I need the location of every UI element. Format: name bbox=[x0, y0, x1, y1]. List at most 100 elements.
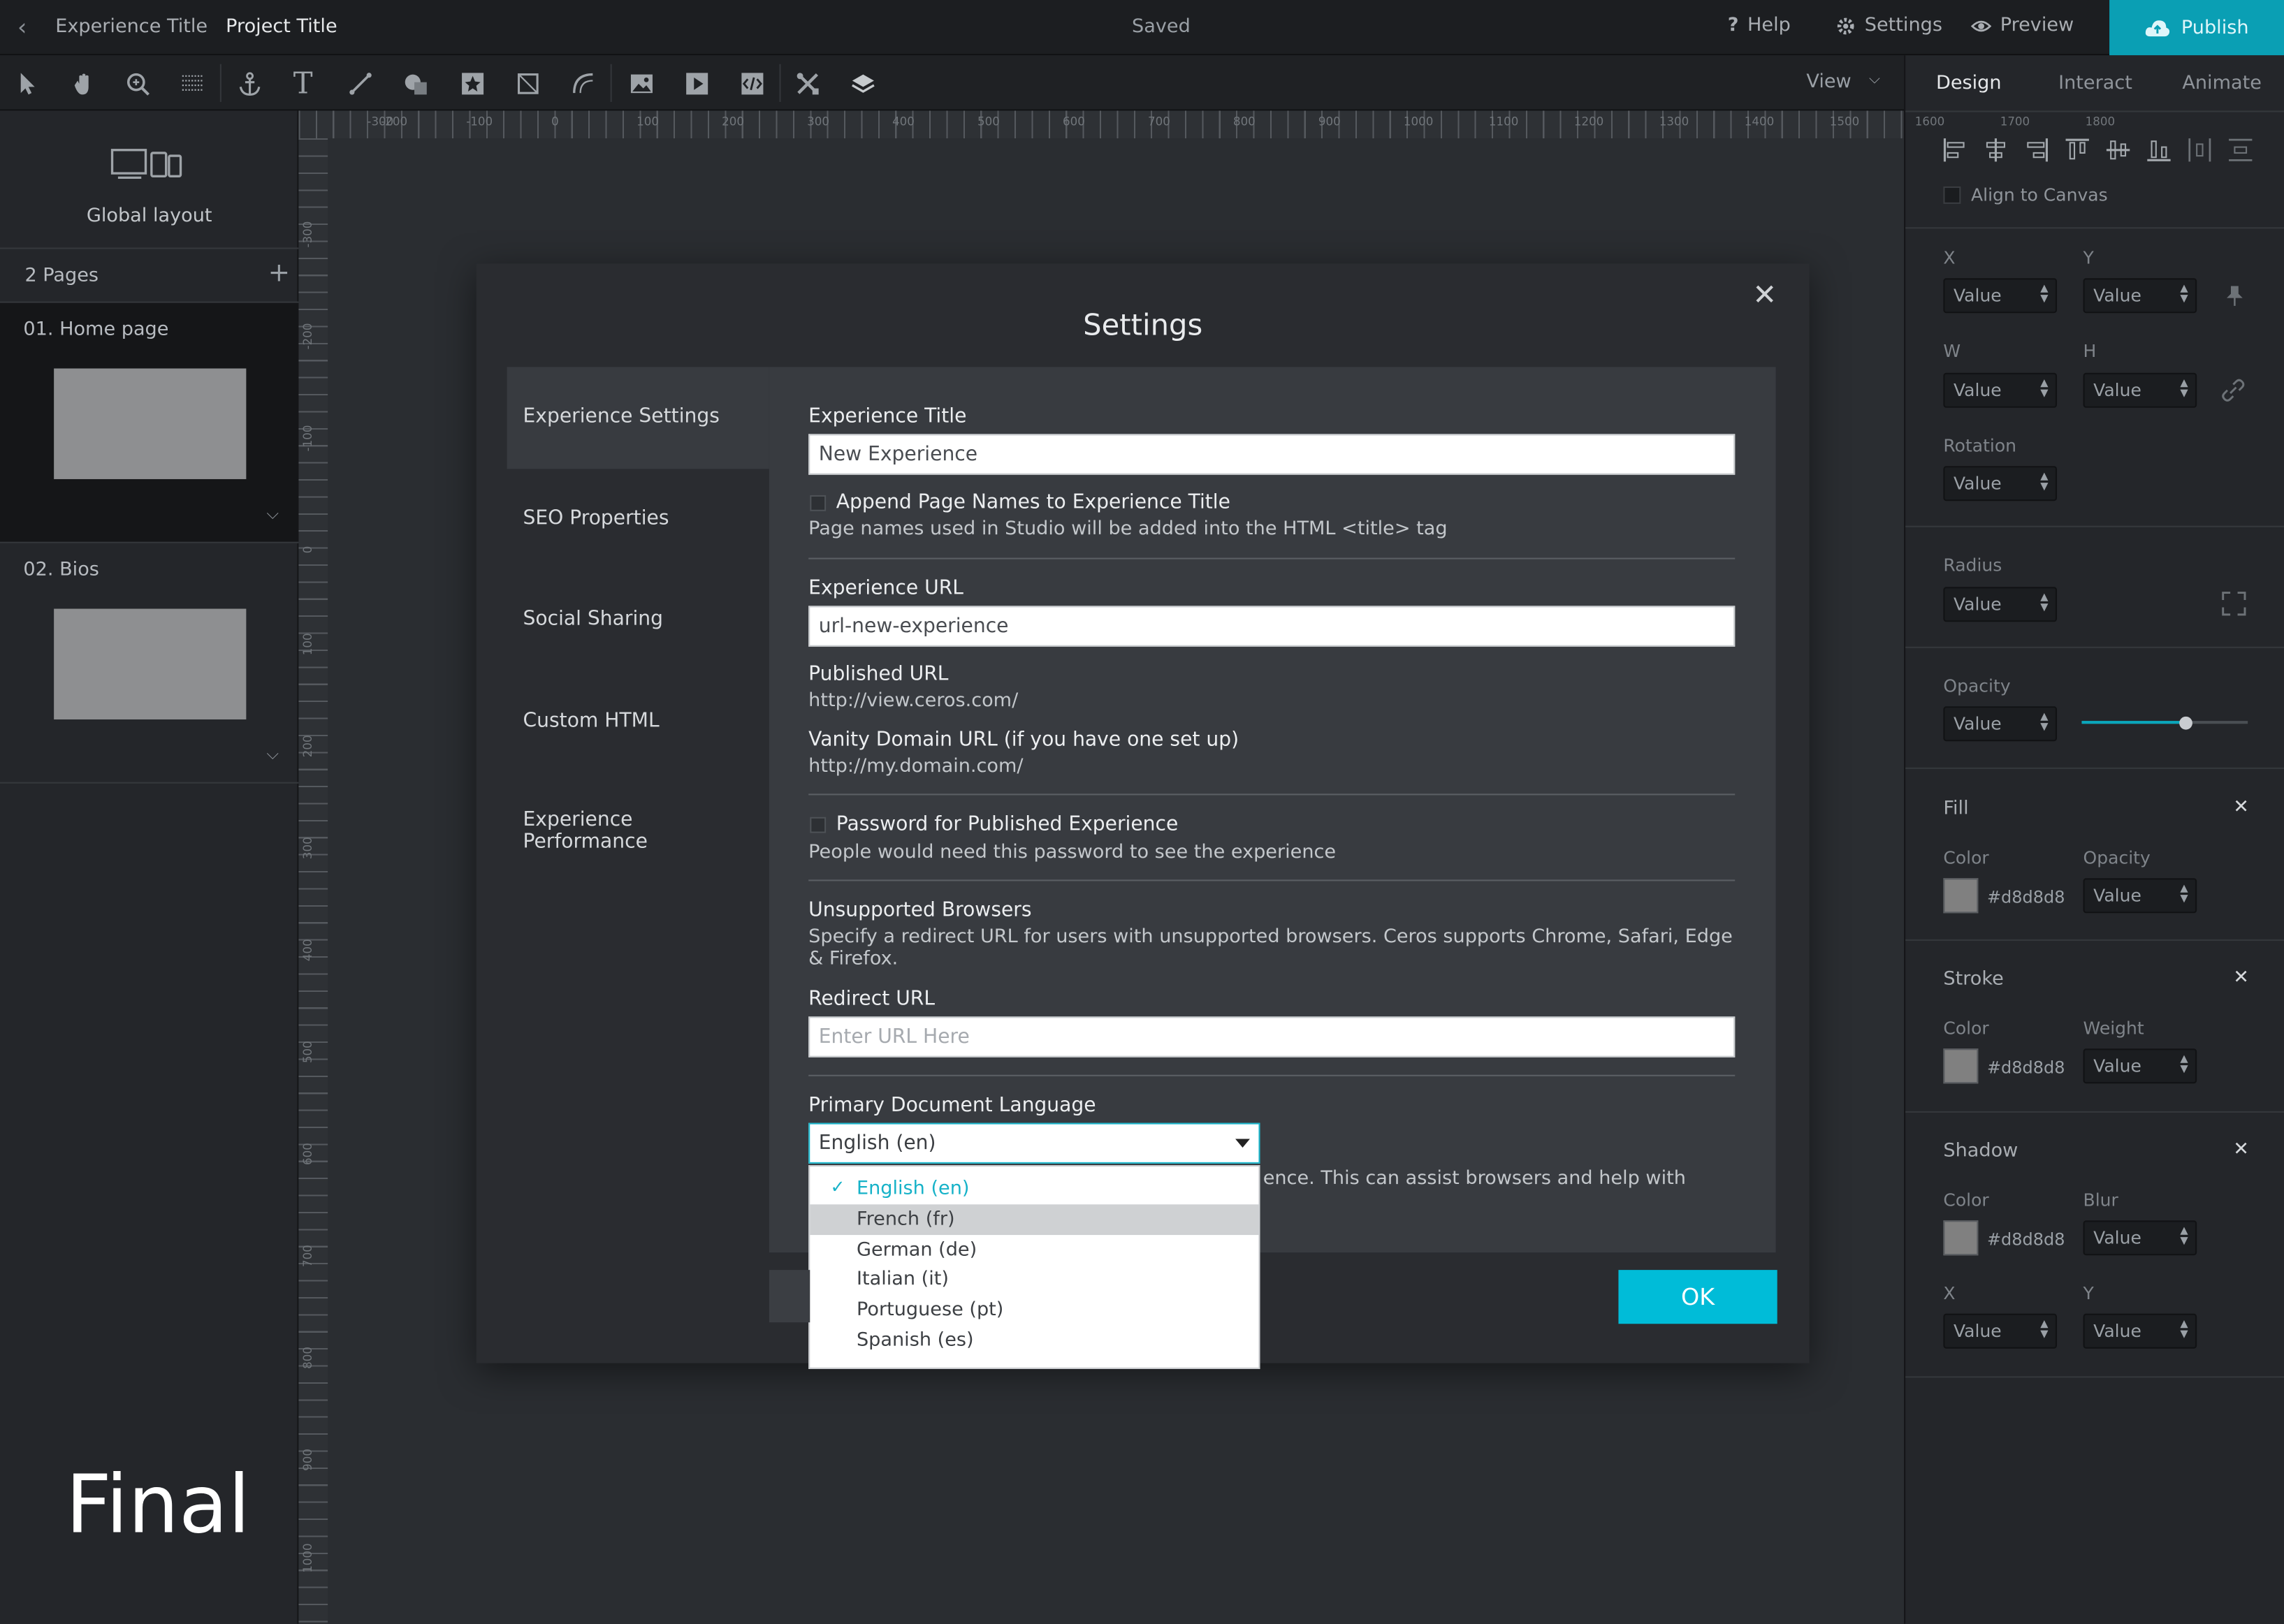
publish-button[interactable]: Publish bbox=[2109, 0, 2284, 56]
stepper-icon[interactable]: ▲ ▼ bbox=[2180, 1319, 2188, 1340]
published-url-value[interactable]: http://view.ceros.com/ bbox=[808, 690, 1018, 712]
align-to-canvas-checkbox[interactable] bbox=[1943, 186, 1961, 204]
grid-icon[interactable] bbox=[176, 67, 208, 99]
zoom-icon[interactable] bbox=[121, 67, 153, 99]
stepper-icon[interactable]: ▲ ▼ bbox=[2040, 592, 2048, 613]
language-option[interactable]: Portuguese (pt) bbox=[810, 1295, 1258, 1326]
language-select[interactable]: English (en) bbox=[808, 1122, 1260, 1164]
x-input[interactable]: Value ▲ ▼ bbox=[1943, 278, 2058, 314]
ok-button[interactable]: OK bbox=[1618, 1270, 1777, 1324]
radius-input[interactable]: Value ▲ ▼ bbox=[1943, 587, 2058, 622]
shadow-color-value[interactable]: #d8d8d8 bbox=[1987, 1229, 2065, 1250]
chevron-down-icon[interactable]: ⌵ bbox=[267, 744, 279, 764]
stepper-icon[interactable]: ▲ ▼ bbox=[2040, 284, 2048, 305]
page-thumbnail[interactable] bbox=[54, 608, 247, 719]
shadow-y-input[interactable]: Value ▲ ▼ bbox=[2083, 1313, 2197, 1349]
stepper-icon[interactable]: ▲ ▼ bbox=[2180, 1226, 2188, 1247]
language-option[interactable]: Spanish (es) bbox=[810, 1325, 1258, 1356]
stroke-color-swatch[interactable] bbox=[1943, 1048, 1979, 1084]
fill-opacity-input[interactable]: Value ▲ ▼ bbox=[2083, 878, 2197, 914]
stepper-icon[interactable]: ▲ ▼ bbox=[2040, 712, 2048, 733]
password-checkbox[interactable] bbox=[810, 817, 827, 833]
line-icon[interactable] bbox=[344, 67, 376, 99]
page-item[interactable]: 02. Bios ⌵ bbox=[0, 543, 299, 784]
pin-icon[interactable] bbox=[2223, 284, 2246, 307]
global-layout-button[interactable]: Global layout bbox=[0, 110, 299, 249]
tools-icon[interactable] bbox=[791, 67, 823, 99]
fill-color-value[interactable]: #d8d8d8 bbox=[1987, 887, 2065, 907]
text-icon[interactable]: T bbox=[287, 66, 319, 101]
opacity-input[interactable]: Value ▲ ▼ bbox=[1943, 706, 2058, 742]
nav-item-custom-html[interactable]: Custom HTML bbox=[523, 710, 660, 732]
opacity-slider-handle[interactable] bbox=[2179, 716, 2193, 730]
stepper-icon[interactable]: ▲ ▼ bbox=[2040, 378, 2048, 399]
tab-interact[interactable]: Interact bbox=[2058, 73, 2132, 94]
page-item[interactable]: 01. Home page ⌵ bbox=[0, 302, 299, 543]
vanity-domain-value[interactable]: http://my.domain.com/ bbox=[808, 756, 1023, 777]
pointer-icon[interactable] bbox=[10, 67, 43, 99]
view-menu[interactable]: View bbox=[1806, 71, 1851, 93]
align-center-h-icon[interactable] bbox=[1978, 136, 2012, 165]
language-option[interactable]: German (de) bbox=[810, 1235, 1258, 1266]
distribute-vertical-icon[interactable] bbox=[2223, 136, 2257, 165]
align-right-icon[interactable] bbox=[2019, 136, 2053, 165]
experience-url-input[interactable]: url-new-experience bbox=[808, 606, 1736, 647]
stepper-icon[interactable]: ▲ ▼ bbox=[2180, 284, 2188, 305]
nav-item-experience-performance[interactable]: Experience Performance bbox=[523, 809, 698, 854]
close-icon[interactable]: ✕ bbox=[2233, 796, 2249, 818]
h-input[interactable]: Value ▲ ▼ bbox=[2083, 372, 2197, 408]
hand-icon[interactable] bbox=[66, 67, 98, 99]
add-page-plus-icon[interactable]: + bbox=[268, 258, 290, 288]
tab-design[interactable]: Design bbox=[1936, 73, 2002, 94]
nav-label-experience-settings[interactable]: Experience Settings bbox=[523, 406, 720, 428]
link-icon[interactable] bbox=[2220, 377, 2247, 404]
video-icon[interactable] bbox=[681, 67, 713, 99]
experience-title-link[interactable]: Experience Title bbox=[55, 16, 208, 38]
stroke-weight-input[interactable]: Value ▲ ▼ bbox=[2083, 1048, 2197, 1084]
embed-icon[interactable] bbox=[736, 67, 768, 99]
append-page-names-checkbox[interactable] bbox=[810, 495, 827, 511]
stepper-icon[interactable]: ▲ ▼ bbox=[2040, 1319, 2048, 1340]
close-icon[interactable]: ✕ bbox=[1752, 277, 1777, 312]
align-center-v-icon[interactable] bbox=[2101, 136, 2134, 165]
back-chevron-icon[interactable]: ‹ bbox=[17, 13, 27, 41]
frame-icon[interactable] bbox=[511, 67, 544, 99]
stepper-icon[interactable]: ▲ ▼ bbox=[2180, 884, 2188, 905]
corners-icon[interactable] bbox=[2222, 592, 2246, 616]
w-input[interactable]: Value ▲ ▼ bbox=[1943, 372, 2058, 408]
stepper-icon[interactable]: ▲ ▼ bbox=[2180, 1053, 2188, 1075]
settings-button[interactable]: Settings bbox=[1835, 15, 1942, 36]
chevron-down-icon[interactable]: ⌵ bbox=[267, 504, 279, 524]
close-icon[interactable]: ✕ bbox=[2233, 1139, 2249, 1160]
help-button[interactable]: ? Help bbox=[1728, 15, 1791, 36]
tab-animate[interactable]: Animate bbox=[2182, 73, 2262, 94]
distribute-horizontal-icon[interactable] bbox=[2182, 136, 2216, 165]
fill-color-swatch[interactable] bbox=[1943, 878, 1979, 914]
shadow-blur-input[interactable]: Value ▲ ▼ bbox=[2083, 1220, 2197, 1256]
image-icon[interactable] bbox=[625, 67, 657, 99]
language-option[interactable]: French (fr) bbox=[810, 1204, 1259, 1236]
shadow-x-input[interactable]: Value ▲ ▼ bbox=[1943, 1313, 2058, 1349]
page-thumbnail[interactable] bbox=[54, 368, 247, 479]
cancel-button[interactable] bbox=[769, 1270, 810, 1323]
close-icon[interactable]: ✕ bbox=[2233, 967, 2249, 988]
language-option[interactable]: ✓ English (en) bbox=[810, 1174, 1258, 1205]
dropdown-arrow-icon[interactable] bbox=[1235, 1139, 1250, 1148]
redirect-url-input[interactable]: Enter URL Here bbox=[808, 1016, 1736, 1058]
shadow-color-swatch[interactable] bbox=[1943, 1220, 1979, 1256]
y-input[interactable]: Value ▲ ▼ bbox=[2083, 278, 2197, 314]
stroke-color-value[interactable]: #d8d8d8 bbox=[1987, 1058, 2065, 1078]
language-option[interactable]: Italian (it) bbox=[810, 1264, 1258, 1295]
path-icon[interactable] bbox=[567, 67, 599, 99]
shapes-icon[interactable] bbox=[399, 67, 431, 99]
project-title[interactable]: Project Title bbox=[226, 16, 337, 38]
rotation-input[interactable]: Value ▲ ▼ bbox=[1943, 466, 2058, 502]
stepper-icon[interactable]: ▲ ▼ bbox=[2180, 378, 2188, 399]
anchor-icon[interactable] bbox=[233, 67, 266, 99]
layers-icon[interactable] bbox=[846, 67, 878, 99]
nav-item-social-sharing[interactable]: Social Sharing bbox=[523, 608, 663, 631]
align-left-icon[interactable] bbox=[1937, 136, 1971, 165]
stepper-icon[interactable]: ▲ ▼ bbox=[2040, 471, 2048, 492]
preview-button[interactable]: Preview bbox=[1971, 15, 2074, 36]
align-to-canvas-option[interactable]: Align to Canvas bbox=[1943, 185, 2108, 205]
